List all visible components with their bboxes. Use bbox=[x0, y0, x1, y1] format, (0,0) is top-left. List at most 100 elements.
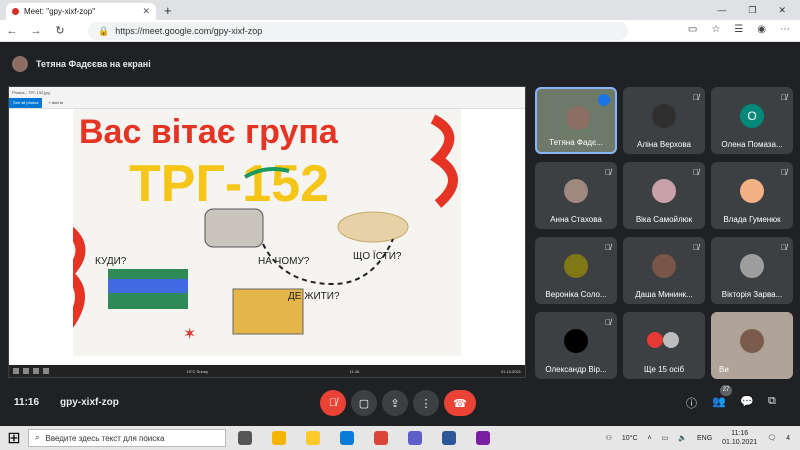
mic-off-icon: 🎙̸ bbox=[781, 93, 787, 102]
notifications-icon[interactable]: 🗨 bbox=[767, 434, 776, 442]
browser-tab-meet[interactable]: Meet: "gpy-xixf-zop" ✕ bbox=[6, 3, 156, 20]
shared-app-icon bbox=[43, 368, 49, 374]
presenter-banner: Тетяна Фадєєва на екрані bbox=[12, 53, 532, 75]
participant-tile[interactable]: 🎙̸ Віка Самойлюк bbox=[623, 162, 705, 229]
participant-avatar bbox=[652, 104, 676, 128]
network-icon[interactable]: ▭ bbox=[662, 434, 669, 442]
participant-name: Віка Самойлюк bbox=[635, 215, 693, 224]
self-tile[interactable]: Ви bbox=[711, 312, 793, 379]
more-participants-tile[interactable]: Ще 15 осіб bbox=[623, 312, 705, 379]
people-tray-icon[interactable]: ⚇ bbox=[606, 434, 612, 442]
present-screen-button[interactable]: ⇪ bbox=[382, 390, 408, 416]
participant-avatar bbox=[652, 254, 676, 278]
speaking-indicator-icon bbox=[598, 94, 610, 106]
activities-icon[interactable]: ⧉ bbox=[768, 395, 776, 408]
weather-tray[interactable]: 10°C bbox=[622, 435, 638, 442]
poster-shawarma-drawing bbox=[337, 211, 409, 243]
camera-permission-icon[interactable]: ▭ bbox=[688, 24, 697, 35]
leave-call-button[interactable]: ☎ bbox=[444, 390, 476, 416]
mic-off-icon: 🎙̸ bbox=[605, 318, 611, 327]
taskbar-clock[interactable]: 11:16 01.10.2021 bbox=[722, 429, 757, 447]
taskbar-time: 11:16 bbox=[731, 430, 749, 437]
file-explorer-icon[interactable] bbox=[306, 431, 320, 445]
participant-tile[interactable]: 🎙̸ Вероніка Соло... bbox=[535, 237, 617, 304]
more-participants-label: Ще 15 осіб bbox=[643, 365, 685, 374]
poster-title-line1: Вас вітає група bbox=[79, 113, 339, 151]
people-icon[interactable]: 👥 bbox=[712, 395, 726, 408]
participant-avatar-stack bbox=[647, 332, 663, 348]
meeting-time: 11:16 bbox=[14, 397, 40, 408]
poster-word-shcho-isty: ЩО ЇСТИ? bbox=[353, 250, 402, 262]
poster-image: Вас вітає група ТРГ-152 ✶ КУДИ? НА ЧОМУ?… bbox=[73, 109, 461, 356]
participant-name: Вікторія Зарва... bbox=[721, 290, 783, 299]
poster-word-kudy: КУДИ? bbox=[95, 256, 127, 267]
camera-toggle-button[interactable]: ▢ bbox=[351, 390, 377, 416]
participant-tile[interactable]: 🎙̸ Олександр Вір... bbox=[535, 312, 617, 379]
mic-toggle-button[interactable]: 🎙̸ bbox=[320, 390, 346, 416]
participant-name: Олена Помаза... bbox=[721, 140, 783, 149]
mic-off-icon: 🎙̸ bbox=[693, 243, 699, 252]
poster-red-star-2: ✶ bbox=[183, 326, 196, 343]
mic-off-icon: 🎙̸ bbox=[781, 243, 787, 252]
address-bar[interactable]: 🔒 https://meet.google.com/gpy-xixf-zop bbox=[88, 22, 628, 40]
reload-icon[interactable]: ↻ bbox=[48, 24, 72, 37]
shared-windows-taskbar: 10°C Sunny 11:16 01.10.2021 bbox=[9, 365, 525, 377]
participant-name: Аліна Верхова bbox=[637, 140, 691, 149]
tray-arrow-icon[interactable]: ˄ bbox=[648, 435, 652, 442]
participant-tile[interactable]: 🎙̸ Аліна Верхова bbox=[623, 87, 705, 154]
maximize-icon[interactable]: ❐ bbox=[748, 5, 756, 16]
browser-tab-strip: Meet: "gpy-xixf-zop" ✕ + — ❐ ✕ bbox=[0, 0, 800, 20]
presenter-label: Тетяна Фадєєва на екрані bbox=[36, 59, 151, 69]
meeting-info-icon[interactable]: ⓘ bbox=[686, 395, 697, 411]
participant-initial-avatar: О bbox=[740, 104, 764, 128]
poster-word-de-zhyty: ДЕ ЖИТИ? bbox=[288, 291, 340, 302]
new-tab-icon[interactable]: + bbox=[164, 3, 172, 18]
back-icon[interactable]: ← bbox=[0, 25, 24, 37]
close-tab-icon[interactable]: ✕ bbox=[142, 6, 150, 17]
shared-weather: 10°C Sunny bbox=[186, 368, 208, 374]
taskbar-search[interactable]: ⌕ Введите здесь текст для поиска bbox=[28, 429, 226, 447]
participant-tile[interactable]: 🎙̸ Вікторія Зарва... bbox=[711, 237, 793, 304]
store-icon[interactable] bbox=[272, 431, 286, 445]
see-all-photos-button[interactable]: See all photos bbox=[9, 97, 43, 108]
participant-tile[interactable]: 🎙̸ Анна Стахова bbox=[535, 162, 617, 229]
more-options-button[interactable]: ⋮ bbox=[413, 390, 439, 416]
participant-name: Олександр Вір... bbox=[545, 365, 607, 374]
edge-icon[interactable] bbox=[340, 431, 354, 445]
participant-tile[interactable]: Тетяна Фадє... bbox=[535, 87, 617, 154]
participant-tile[interactable]: 🎙̸ О Олена Помаза... bbox=[711, 87, 793, 154]
presenter-avatar bbox=[12, 56, 28, 72]
people-count-badge: 27 bbox=[720, 385, 732, 396]
photos-toolbar: See all photos + Add to bbox=[9, 97, 525, 109]
poster-flag-stripe bbox=[108, 279, 188, 293]
participant-name: Вероніка Соло... bbox=[545, 290, 607, 299]
participant-name: Влада Гуменюк bbox=[723, 215, 781, 224]
participant-tile[interactable]: 🎙̸ Влада Гуменюк bbox=[711, 162, 793, 229]
chrome-icon[interactable] bbox=[374, 431, 388, 445]
more-menu-icon[interactable]: ⋯ bbox=[780, 24, 790, 35]
add-to-button[interactable]: + Add to bbox=[48, 100, 63, 105]
participant-tile[interactable]: 🎙̸ Даша Мининк... bbox=[623, 237, 705, 304]
favorite-star-icon[interactable]: ☆ bbox=[711, 24, 720, 35]
lock-icon: 🔒 bbox=[98, 25, 110, 36]
task-view-icon[interactable] bbox=[238, 431, 252, 445]
teams-icon[interactable] bbox=[408, 431, 422, 445]
forward-icon[interactable]: → bbox=[24, 25, 48, 37]
poster-red-swirl-left bbox=[73, 226, 86, 328]
chat-icon[interactable]: 💬 bbox=[740, 395, 754, 408]
profile-icon[interactable]: ◉ bbox=[757, 24, 766, 35]
minimize-icon[interactable]: — bbox=[717, 5, 726, 16]
windows-start-icon[interactable]: ⊞ bbox=[0, 428, 28, 448]
viber-icon[interactable] bbox=[476, 431, 490, 445]
collections-icon[interactable]: ☰ bbox=[734, 24, 743, 35]
language-indicator[interactable]: ENG bbox=[697, 435, 712, 442]
recording-icon bbox=[12, 8, 19, 15]
close-window-icon[interactable]: ✕ bbox=[778, 5, 786, 16]
word-icon[interactable] bbox=[442, 431, 456, 445]
mic-off-icon: 🎙̸ bbox=[693, 93, 699, 102]
meeting-code: gpy-xixf-zop bbox=[60, 397, 119, 408]
url-text: https://meet.google.com/gpy-xixf-zop bbox=[115, 26, 263, 36]
poster-drawing: Вас вітає група ТРГ-152 ✶ КУДИ? НА ЧОМУ?… bbox=[73, 113, 458, 343]
participant-name: Тетяна Фадє... bbox=[549, 138, 603, 147]
volume-icon[interactable]: 🔈 bbox=[678, 434, 687, 442]
